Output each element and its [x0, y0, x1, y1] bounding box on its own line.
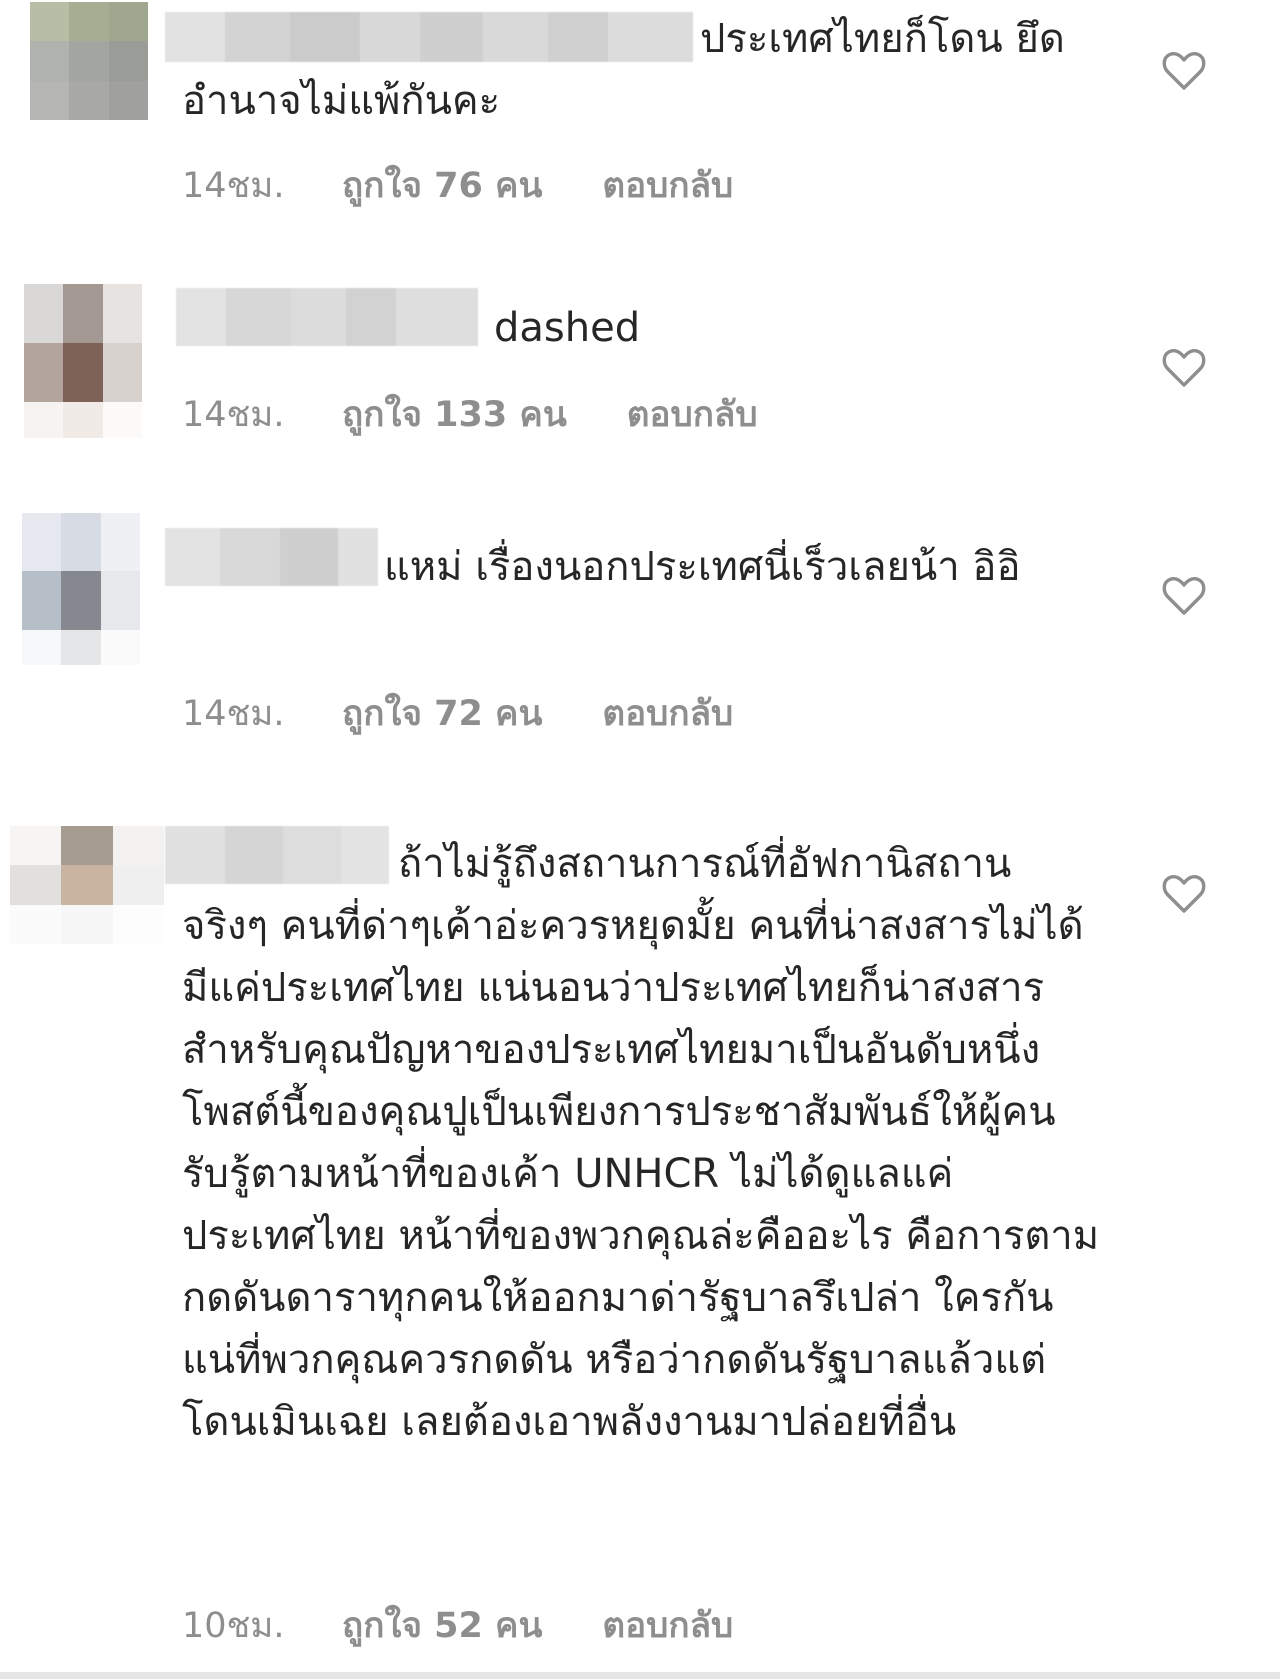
avatar[interactable] — [30, 2, 148, 120]
comment-time: 10ชม. — [182, 1606, 285, 1646]
comment-time: 14ชม. — [182, 166, 285, 206]
heart-icon[interactable] — [1162, 576, 1206, 616]
comment-likes-count[interactable]: ถูกใจ 72 คน — [342, 686, 542, 741]
avatar[interactable] — [24, 284, 142, 438]
reply-button[interactable]: ตอบกลับ — [602, 1598, 733, 1653]
comment-meta: 14ชม. ถูกใจ 76 คน ตอบกลับ — [182, 158, 733, 213]
comment-text: ประเทศไทยก็โดน ยึดอำนาจไม่แพ้กันคะ — [182, 16, 1065, 124]
comment-time: 14ชม. — [182, 395, 285, 435]
reply-button[interactable]: ตอบกลับ — [627, 387, 758, 442]
bottom-divider — [0, 1672, 1280, 1679]
comment-likes-count[interactable]: ถูกใจ 76 คน — [342, 158, 542, 213]
heart-icon[interactable] — [1162, 874, 1206, 914]
comment-text: ถ้าไม่รู้ถึงสถานการณ์ที่อัฟกานิสถาน จริง… — [182, 841, 1100, 1445]
reply-button[interactable]: ตอบกลับ — [602, 686, 733, 741]
reply-button[interactable]: ตอบกลับ — [602, 158, 733, 213]
heart-icon[interactable] — [1162, 51, 1206, 91]
comment-meta: 14ชม. ถูกใจ 133 คน ตอบกลับ — [182, 387, 758, 442]
comment-likes-count[interactable]: ถูกใจ 133 คน — [342, 387, 567, 442]
avatar[interactable] — [10, 826, 164, 944]
comment-text: แหม่ เรื่องนอกประเทศนี่เร็วเลยน้า อิอิ — [384, 544, 1021, 590]
comment-likes-count[interactable]: ถูกใจ 52 คน — [342, 1598, 542, 1653]
avatar[interactable] — [22, 513, 140, 665]
comment-time: 14ชม. — [182, 694, 285, 734]
comment-text: dashed — [494, 305, 641, 351]
comment-meta: 14ชม. ถูกใจ 72 คน ตอบกลับ — [182, 686, 733, 741]
comment-meta: 10ชม. ถูกใจ 52 คน ตอบกลับ — [182, 1598, 733, 1653]
heart-icon[interactable] — [1162, 348, 1206, 388]
